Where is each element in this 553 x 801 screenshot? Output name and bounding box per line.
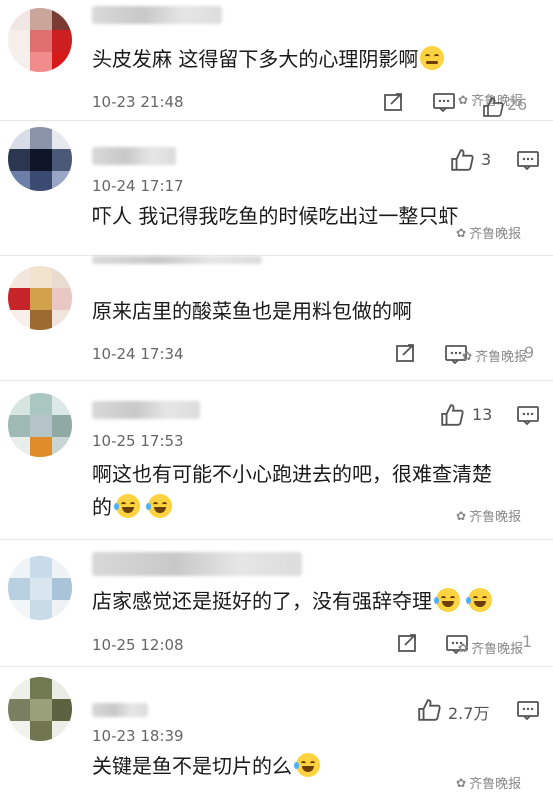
comment-text: 店家感觉还是挺好的了，没有强辞夺理 bbox=[92, 586, 492, 616]
comment-item: 10-25 17:53 啊这也有可能不小心跑进去的吧，很难查清楚 的 13 ✿ 齐… bbox=[0, 381, 553, 540]
watermark-logo-icon: ✿ bbox=[456, 225, 467, 240]
comment-time: 10-23 18:39 bbox=[92, 727, 184, 745]
watermark-logo-icon: ✿ bbox=[462, 348, 473, 363]
like-count: 2.7万 bbox=[448, 704, 490, 723]
thumbs-up-icon[interactable] bbox=[440, 403, 464, 427]
comment-text: 啊这也有可能不小心跑进去的吧，很难查清楚 的 bbox=[92, 462, 492, 519]
username-redacted bbox=[92, 552, 302, 576]
watermark: ✿ 齐鲁晚报 bbox=[458, 640, 524, 658]
share-icon[interactable] bbox=[397, 633, 419, 653]
thumbs-up-icon[interactable] bbox=[450, 148, 474, 172]
laughing-tears-emoji-icon bbox=[294, 753, 320, 777]
like-count: 1 bbox=[522, 632, 533, 651]
avatar[interactable] bbox=[8, 266, 72, 330]
thumbs-up-icon[interactable] bbox=[482, 96, 504, 118]
avatar[interactable] bbox=[8, 556, 72, 620]
watermark: ✿ 齐鲁晚报 bbox=[456, 508, 522, 526]
laughing-tears-emoji-icon bbox=[114, 494, 140, 518]
watermark: ✿ 齐鲁晚报 bbox=[462, 348, 528, 366]
username-redacted bbox=[92, 703, 148, 717]
comment-time: 10-25 17:53 bbox=[92, 432, 184, 450]
comment-text: 吓人 我记得我吃鱼的时候吃出过一整只虾 bbox=[92, 204, 459, 228]
comment-item: 10-24 17:17 吓人 我记得我吃鱼的时候吃出过一整只虾 3 ✿ 齐鲁晚报 bbox=[0, 121, 553, 256]
comment-time: 10-24 17:34 bbox=[92, 345, 184, 363]
thumbs-up-icon[interactable] bbox=[417, 698, 441, 722]
share-icon[interactable] bbox=[383, 92, 405, 112]
avatar[interactable] bbox=[8, 393, 72, 457]
comment-time: 10-23 21:48 bbox=[92, 93, 184, 111]
watermark: ✿ 齐鲁晚报 bbox=[456, 775, 522, 793]
laughing-tears-emoji-icon bbox=[434, 588, 460, 612]
avatar[interactable] bbox=[8, 677, 72, 741]
comment-text: 头皮发麻 这得留下多大的心理阴影啊 bbox=[92, 44, 445, 74]
watermark-logo-icon: ✿ bbox=[456, 508, 467, 523]
like-count: 13 bbox=[472, 405, 493, 424]
avatar[interactable] bbox=[8, 127, 72, 191]
comment-item: 头皮发麻 这得留下多大的心理阴影啊 10-23 21:48 ✿ 齐鲁晚报 26 bbox=[0, 0, 553, 121]
watermark-logo-icon: ✿ bbox=[458, 92, 469, 107]
comment-time: 10-24 17:17 bbox=[92, 177, 184, 195]
username-redacted bbox=[92, 147, 176, 165]
embarrassed-emoji-icon bbox=[420, 46, 445, 70]
comment-item: 店家感觉还是挺好的了，没有强辞夺理 10-25 12:08 ✿ 齐鲁晚报 1 bbox=[0, 540, 553, 667]
comment-text: 原来店里的酸菜鱼也是用料包做的啊 bbox=[92, 299, 412, 323]
avatar[interactable] bbox=[8, 8, 72, 72]
share-icon[interactable] bbox=[395, 343, 417, 363]
watermark-logo-icon: ✿ bbox=[458, 640, 469, 655]
reply-icon[interactable] bbox=[432, 92, 456, 112]
comment-item: 原来店里的酸菜鱼也是用料包做的啊 10-24 17:34 ✿ 齐鲁晚报 9 bbox=[0, 256, 553, 381]
like-count: 9 bbox=[524, 343, 535, 362]
reply-icon[interactable] bbox=[516, 150, 540, 170]
watermark: ✿ 齐鲁晚报 bbox=[456, 225, 522, 243]
reply-icon[interactable] bbox=[516, 405, 540, 425]
like-count: 26 bbox=[507, 95, 528, 114]
comment-item: 10-23 18:39 关键是鱼不是切片的么 2.7万 ✿ 齐鲁晚报 bbox=[0, 667, 553, 801]
watermark-logo-icon: ✿ bbox=[456, 775, 467, 790]
username-redacted bbox=[92, 6, 222, 24]
reply-icon[interactable] bbox=[516, 700, 540, 720]
like-count: 3 bbox=[481, 150, 492, 169]
username-redacted bbox=[92, 401, 200, 419]
comment-text: 关键是鱼不是切片的么 bbox=[92, 751, 320, 781]
username-redacted bbox=[92, 256, 262, 264]
comment-time: 10-25 12:08 bbox=[92, 636, 184, 654]
laughing-tears-emoji-icon bbox=[146, 494, 172, 518]
laughing-tears-emoji-icon bbox=[466, 588, 492, 612]
